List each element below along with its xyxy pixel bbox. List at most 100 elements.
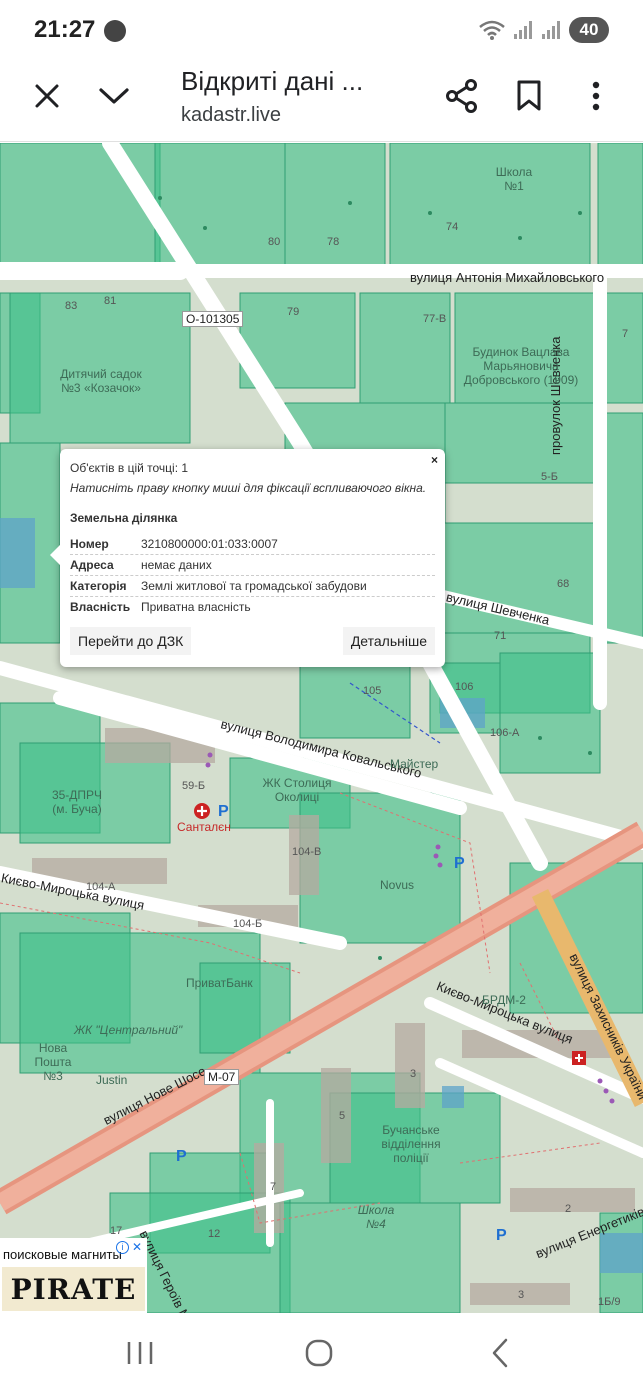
building-number-74: 74 (446, 221, 459, 233)
collapse-button[interactable] (94, 76, 134, 116)
info-row-ownership: Власність Приватна власність (70, 597, 435, 617)
building-number-7: 7 (622, 328, 629, 340)
building-number-5b: 5-Б (541, 471, 558, 483)
info-value: немає даних (141, 558, 212, 572)
building-number-71: 71 (494, 630, 507, 642)
poi-nova-poshta[interactable]: Нова Пошта №3 (28, 1041, 78, 1083)
building-number-77v: 77-В (423, 313, 447, 325)
recent-apps-icon (127, 1342, 153, 1364)
info-key: Категорія (70, 579, 127, 593)
poi-school-4[interactable]: Школа №4 (356, 1203, 396, 1231)
poi-zhk-central[interactable]: ЖК "Центральний" (74, 1023, 182, 1037)
building-number-104v: 104-В (292, 846, 322, 858)
info-value: 3210800000:01:033:0007 (141, 537, 278, 551)
building-number-3: 3 (410, 1068, 417, 1080)
street-mykhailovskoho: вулиця Антонія Михайловського (410, 270, 605, 285)
building-number-83: 83 (65, 300, 78, 312)
building-number-81: 81 (104, 295, 117, 307)
ad-info-icon[interactable]: i (116, 1241, 129, 1254)
building-number-106: 106 (455, 681, 474, 693)
chevron-down-icon (99, 88, 129, 104)
parking-icon-2: P (454, 855, 465, 872)
building-number-2: 2 (565, 1203, 572, 1215)
signal-icon (514, 21, 532, 39)
building-number-7b: 7 (270, 1181, 277, 1193)
poi-school-1[interactable]: Школа №1 (492, 165, 536, 193)
map-canvas[interactable] (0, 143, 643, 1313)
building-number-12: 12 (208, 1228, 221, 1240)
section-title: Земельна ділянка (70, 511, 178, 525)
poi-novus[interactable]: Novus (380, 878, 414, 892)
building-number-104b: 104-Б (233, 918, 263, 930)
parcel-info-popup: × Об'єктів в цій точці: 1 Натисніть прав… (50, 449, 445, 667)
popup-close-button[interactable]: × (431, 453, 438, 467)
info-row-number: Номер 3210800000:01:033:0007 (70, 534, 435, 555)
poi-kindergarten[interactable]: Дитячий садок №3 «Козачок» (58, 367, 144, 395)
map-view[interactable]: вулиця Антонія Михайловського провулок Ш… (0, 143, 643, 1313)
parking-icon-4: P (496, 1227, 507, 1244)
info-key: Номер (70, 537, 109, 551)
info-value: Приватна власність (141, 600, 251, 614)
poi-santalen[interactable]: Санталєн (177, 820, 231, 834)
page-domain: kadastr.live (181, 104, 282, 126)
close-icon (35, 84, 59, 108)
back-button[interactable] (470, 1331, 530, 1375)
building-number-105: 105 (363, 685, 382, 697)
poi-police[interactable]: Бучанське відділення поліції (376, 1123, 446, 1165)
close-button[interactable] (27, 76, 67, 116)
ad-logo[interactable]: PIRATE (2, 1267, 145, 1311)
poi-justin[interactable]: Justin (96, 1073, 127, 1087)
popup-pointer (50, 545, 60, 565)
popup-actions: Перейти до ДЗК Детальніше (70, 627, 435, 655)
signal-icon-2 (542, 21, 560, 39)
ad-banner[interactable]: поисковые магниты i ✕ PIRATE (0, 1238, 147, 1313)
parking-icon-3: P (176, 1148, 187, 1165)
share-icon (446, 79, 477, 113)
building-number-5: 5 (339, 1110, 346, 1122)
poi-zhk-stolytsia[interactable]: ЖК Столиця Околиці (255, 776, 339, 804)
poi-brdm[interactable]: БРДМ-2 (482, 993, 526, 1007)
home-icon (305, 1339, 333, 1367)
page-title: Відкриті дані ... (181, 66, 364, 96)
wifi-icon (479, 20, 505, 40)
more-menu-button[interactable] (576, 76, 616, 116)
status-bar: 21:27 40 (0, 0, 643, 62)
ad-text: поисковые магниты (3, 1247, 122, 1262)
info-value: Землі житлової та громадської забудови (141, 579, 367, 593)
bookmark-icon (517, 80, 541, 111)
bookmark-button[interactable] (509, 76, 549, 116)
objects-count: Об'єктів в цій точці: 1 (70, 461, 189, 475)
info-row-address: Адреса немає даних (70, 555, 435, 576)
status-indicators: 40 (479, 16, 609, 44)
info-row-category: Категорія Землі житлової та громадської … (70, 576, 435, 597)
popup-hint: Натисніть праву кнопку миші для фіксації… (70, 481, 427, 495)
share-button[interactable] (442, 76, 482, 116)
poi-pryvatbank[interactable]: ПриватБанк (186, 976, 253, 990)
info-key: Адреса (70, 558, 114, 572)
recent-apps-button[interactable] (110, 1331, 170, 1375)
building-number-17: 17 (110, 1225, 123, 1237)
building-number-59b: 59-Б (182, 780, 206, 792)
browser-header: Відкриті дані ... kadastr.live (0, 62, 643, 142)
notification-icon (104, 20, 126, 42)
more-vertical-icon (592, 81, 600, 111)
ad-close-icon[interactable]: ✕ (132, 1240, 142, 1254)
details-button[interactable]: Детальніше (342, 627, 435, 655)
building-number-68: 68 (557, 578, 570, 590)
system-nav-bar (0, 1313, 643, 1393)
road-code-o101305: O-101305 (182, 311, 244, 327)
building-number-106a: 106-А (490, 727, 520, 739)
building-number-1b9: 1Б/9 (598, 1296, 621, 1308)
poi-fire-station[interactable]: 35-ДПРЧ (м. Буча) (50, 788, 104, 816)
status-time: 21:27 (34, 16, 96, 43)
battery-indicator: 40 (569, 17, 609, 43)
parking-icon: P (218, 803, 229, 820)
home-button[interactable] (289, 1331, 349, 1375)
info-key: Власність (70, 600, 131, 614)
road-code-m07: M-07 (204, 1069, 240, 1085)
poi-maister[interactable]: Майстер (390, 757, 438, 771)
building-number-79: 79 (287, 306, 300, 318)
go-to-dzk-button[interactable]: Перейти до ДЗК (70, 627, 192, 655)
poi-dobrovsky-house[interactable]: Будинок Вацлава Марьяновича Добровського… (462, 345, 580, 387)
back-icon (492, 1338, 508, 1368)
